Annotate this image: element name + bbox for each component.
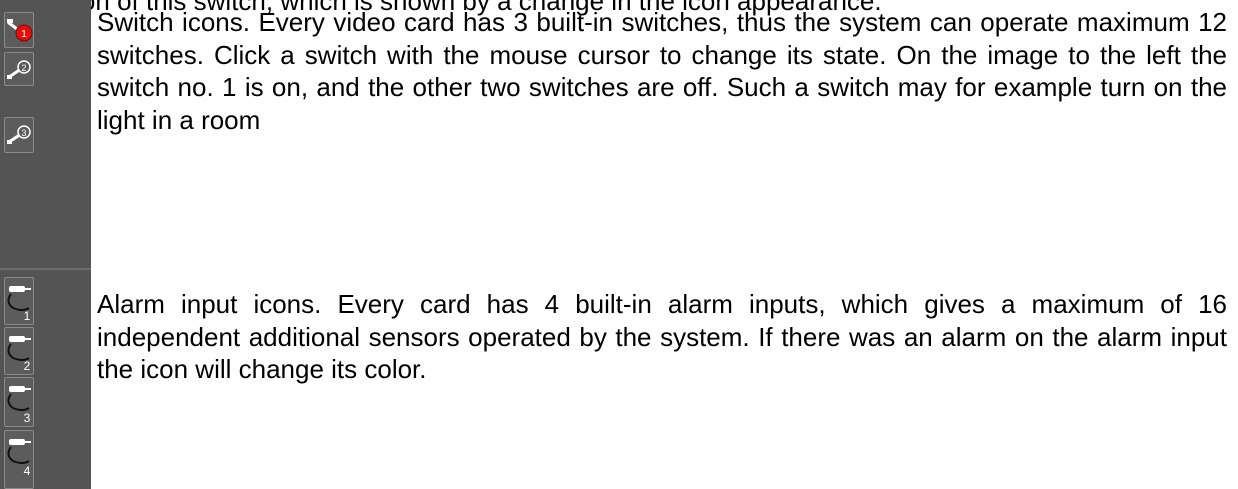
alarm-input-3-number: 3	[24, 411, 31, 425]
switch-2-number: 2	[21, 63, 26, 73]
alarm-description: Alarm input icons. Every card has 4 buil…	[97, 289, 1227, 384]
switch-3-icon[interactable]: 3	[4, 117, 34, 153]
alarm-input-4-number: 4	[24, 464, 31, 478]
alarm-input-1-number: 1	[24, 309, 31, 323]
switch-description: Switch icons. Every video card has 3 bui…	[97, 7, 1227, 135]
alarm-input-1-icon[interactable]: 1	[4, 277, 34, 325]
alarm-input-2-number: 2	[24, 359, 31, 373]
panel-divider	[0, 268, 91, 270]
switch-1-number: 1	[21, 29, 27, 40]
switch-2-icon[interactable]: 2	[4, 52, 34, 86]
alarm-input-4-icon[interactable]: 4	[4, 430, 34, 489]
switch-1-icon[interactable]: 1	[4, 12, 34, 48]
alarm-input-2-icon[interactable]: 2	[4, 327, 34, 375]
switch-3-number: 3	[21, 128, 26, 138]
alarm-input-3-icon[interactable]: 3	[4, 377, 34, 427]
